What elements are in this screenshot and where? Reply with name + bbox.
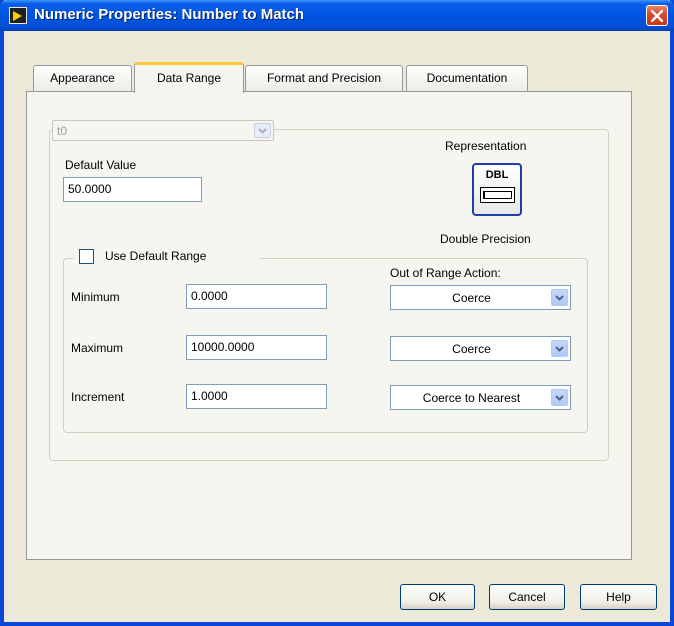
increment-input[interactable]: 1.0000	[186, 384, 327, 409]
default-value-input[interactable]: 50.0000	[63, 177, 202, 202]
minimum-action-select[interactable]: Coerce	[390, 285, 571, 310]
ok-button[interactable]: OK	[400, 584, 475, 610]
tab-data-range[interactable]: Data Range	[134, 62, 244, 93]
representation-type-label: Double Precision	[440, 232, 531, 246]
window-title: Numeric Properties: Number to Match	[34, 6, 305, 23]
title-bar[interactable]: Numeric Properties: Number to Match	[0, 0, 674, 31]
help-button[interactable]: Help	[580, 584, 657, 610]
chevron-down-icon	[555, 295, 564, 301]
out-of-range-label: Out of Range Action:	[390, 266, 501, 280]
data-type-dropdown-button	[254, 123, 271, 138]
cancel-button[interactable]: Cancel	[489, 584, 565, 610]
maximum-action-value: Coerce	[452, 342, 491, 356]
use-default-range-label: Use Default Range	[105, 249, 207, 263]
data-type-combo: t0	[52, 120, 274, 141]
close-icon	[651, 10, 663, 22]
increment-action-value: Coerce to Nearest	[422, 391, 521, 405]
minimum-label: Minimum	[71, 290, 120, 304]
increment-action-select[interactable]: Coerce to Nearest	[390, 385, 571, 410]
minimum-action-value: Coerce	[452, 291, 491, 305]
tab-format-and-precision[interactable]: Format and Precision	[245, 65, 403, 92]
maximum-input[interactable]: 10000.0000	[186, 335, 327, 360]
data-type-value: t0	[57, 124, 68, 138]
labview-app-icon	[9, 7, 27, 24]
chevron-down-icon	[555, 346, 564, 352]
tab-appearance[interactable]: Appearance	[33, 65, 132, 92]
maximum-action-select[interactable]: Coerce	[390, 336, 571, 361]
increment-action-dropdown-button[interactable]	[551, 389, 568, 406]
chevron-down-icon	[258, 128, 267, 134]
increment-label: Increment	[71, 390, 125, 404]
dbl-representation-icon: DBL	[485, 169, 509, 181]
representation-label: Representation	[445, 139, 527, 153]
minimum-input[interactable]: 0.0000	[186, 284, 327, 309]
representation-button[interactable]: DBL	[472, 163, 522, 216]
tab-documentation[interactable]: Documentation	[406, 65, 528, 92]
minimum-action-dropdown-button[interactable]	[551, 289, 568, 306]
default-value-label: Default Value	[65, 158, 137, 172]
maximum-action-dropdown-button[interactable]	[551, 340, 568, 357]
chevron-down-icon	[555, 395, 564, 401]
close-button[interactable]	[646, 5, 668, 26]
numeric-indicator-icon	[480, 187, 515, 203]
use-default-range-checkbox[interactable]	[79, 249, 94, 264]
maximum-label: Maximum	[71, 341, 124, 355]
